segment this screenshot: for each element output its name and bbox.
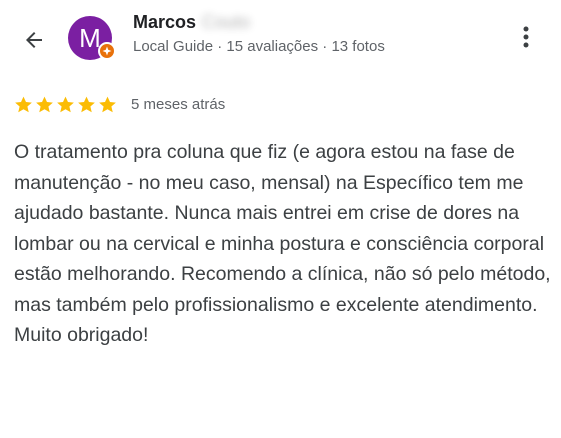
star-icon bbox=[36, 96, 53, 113]
more-vert-icon bbox=[523, 26, 529, 48]
arrow-back-icon bbox=[26, 32, 42, 48]
reviewer-surname-blurred: Couto bbox=[202, 12, 251, 32]
more-options-button[interactable] bbox=[512, 20, 540, 54]
rating-row: 5 meses atrás bbox=[14, 95, 225, 114]
star-rating bbox=[14, 95, 117, 114]
local-guide-badge-icon bbox=[98, 42, 116, 60]
star-icon bbox=[99, 96, 116, 113]
star-icon bbox=[57, 96, 74, 113]
back-button[interactable] bbox=[14, 20, 54, 60]
star-icon bbox=[78, 96, 95, 113]
review-text: O tratamento pra coluna que fiz (e agora… bbox=[14, 141, 551, 346]
reviewer-meta: Local Guide · 15 avaliações · 13 fotos bbox=[133, 38, 385, 55]
star-icon bbox=[15, 96, 32, 113]
review-date: 5 meses atrás bbox=[131, 96, 226, 113]
reviewer-name[interactable]: Marcos bbox=[133, 12, 196, 33]
reviewer-name-row: Marcos Couto bbox=[133, 12, 250, 33]
